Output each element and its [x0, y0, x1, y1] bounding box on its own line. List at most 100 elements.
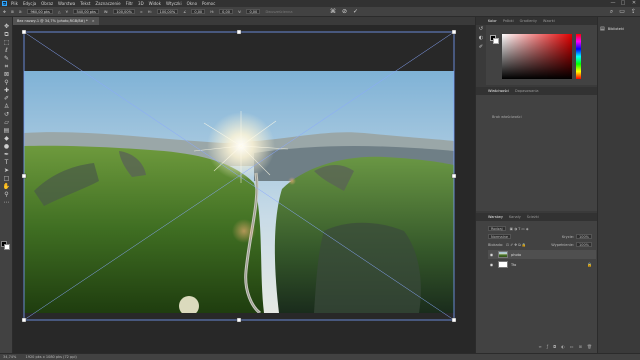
lock-icons[interactable]: ⊡ ✐ ✥ ⧉ 🔒 [506, 243, 526, 247]
menu-type[interactable]: Tekst [80, 1, 90, 6]
path-select-tool-icon[interactable]: ➤ [2, 167, 11, 175]
visibility-eye-icon[interactable]: ◉ [488, 262, 495, 267]
transform-bounding-box[interactable] [13, 25, 475, 353]
layer-name[interactable]: photo [511, 253, 521, 257]
height-input[interactable]: 100,00% [156, 9, 179, 14]
handle-middle-right[interactable] [451, 173, 457, 179]
menu-plugins[interactable]: Wtyczki [166, 1, 182, 6]
cancel-transform-icon[interactable]: ⊘ [342, 8, 347, 15]
layer-row-background[interactable]: ◉ Tło 🔒 [488, 260, 596, 269]
document-tab[interactable]: Bez nazwy-1 @ 34,7% (photo,RGB/8#) * × [13, 17, 99, 25]
add-mask-icon[interactable]: ◘ [553, 344, 556, 351]
handle-top-center[interactable] [236, 29, 242, 35]
rectangle-tool-icon[interactable]: □ [2, 175, 11, 183]
dodge-tool-icon[interactable]: ● [2, 143, 11, 151]
layer-name[interactable]: Tło [511, 263, 516, 267]
crop-tool-icon[interactable]: ⌗ [2, 63, 11, 71]
tab-color[interactable]: Kolor [488, 19, 497, 23]
blend-mode-select[interactable]: Normalne [488, 234, 512, 239]
brush-tool-icon[interactable]: ✐ [2, 95, 11, 103]
commit-transform-icon[interactable]: ✓ [353, 8, 358, 15]
pen-tool-icon[interactable]: ✒ [2, 151, 11, 159]
more-tools-icon[interactable]: ⋯ [2, 199, 11, 207]
hand-tool-icon[interactable]: ✋ [2, 183, 11, 191]
hue-slider[interactable] [576, 34, 581, 79]
tab-patterns[interactable]: Wzorki [543, 19, 555, 23]
menu-select[interactable]: Zaznaczenie [95, 1, 120, 6]
adjust-icon[interactable]: ◐ [476, 34, 486, 43]
tab-paths[interactable]: Ścieżki [527, 215, 539, 219]
share-icon[interactable]: ⇪ [631, 8, 636, 16]
marquee-tool-icon[interactable]: ⬚ [2, 39, 11, 47]
blur-tool-icon[interactable]: ◆ [2, 135, 11, 143]
photoshop-logo-icon[interactable]: Ps [2, 1, 7, 6]
eyedropper-tool-icon[interactable]: ⚲ [2, 79, 11, 87]
search-icon[interactable]: ⌕ [610, 8, 613, 16]
tab-adjustments[interactable]: Dopasowania [515, 89, 539, 93]
close-tab-icon[interactable]: × [92, 19, 95, 23]
zoom-tool-icon[interactable]: ⚲ [2, 191, 11, 199]
tab-gradients[interactable]: Gradienty [520, 19, 537, 23]
handle-bottom-right[interactable] [451, 317, 457, 323]
filter-icons[interactable]: ▣ ◑ T ▭ ◈ [510, 227, 529, 231]
tab-layers[interactable]: Warstwy [488, 215, 503, 219]
interpolation-select[interactable]: Dwusześcienna [265, 10, 292, 14]
close-window-button[interactable]: ✕ [629, 0, 639, 7]
workspace-icon[interactable]: ▭ [619, 8, 625, 16]
handle-top-left[interactable] [21, 29, 27, 35]
menu-image[interactable]: Obraz [41, 1, 53, 6]
artboard-tool-icon[interactable]: ⧉ [2, 31, 11, 39]
link-layers-icon[interactable]: ∞ [538, 344, 541, 351]
type-tool-icon[interactable]: T [2, 159, 11, 167]
background-color-swatch[interactable] [4, 244, 10, 250]
menu-filter[interactable]: Filtr [126, 1, 133, 6]
tab-swatches[interactable]: Próbki [503, 19, 514, 23]
opacity-input[interactable]: 100% [575, 234, 592, 239]
y-position-input[interactable]: 540,00 pks [73, 9, 99, 14]
link-icon[interactable]: ∞ [140, 10, 143, 14]
history-icon[interactable]: ↺ [476, 25, 486, 34]
visibility-eye-icon[interactable]: ◉ [488, 252, 495, 257]
tab-properties[interactable]: Właściwości [488, 89, 509, 93]
menu-view[interactable]: Widok [149, 1, 161, 6]
libraries-panel-button[interactable]: ▤ Biblioteki [598, 25, 640, 33]
healing-tool-icon[interactable]: ✚ [2, 87, 11, 95]
new-group-icon[interactable]: ▭ [570, 344, 574, 351]
eraser-tool-icon[interactable]: ▱ [2, 119, 11, 127]
frame-tool-icon[interactable]: ⊠ [2, 71, 11, 79]
layer-kind-filter[interactable]: Rodzaj [488, 226, 506, 231]
gradient-tool-icon[interactable]: ▤ [2, 127, 11, 135]
skew-v-input[interactable]: 0,00 [246, 9, 261, 14]
reference-point-icon[interactable]: ⊞ [11, 10, 14, 14]
layer-style-icon[interactable]: ƒ [547, 344, 548, 351]
zoom-level[interactable]: 34,74% [3, 355, 16, 359]
menu-help[interactable]: Pomoc [202, 1, 215, 6]
rotate-input[interactable]: 0,00 [191, 9, 206, 14]
handle-middle-left[interactable] [21, 173, 27, 179]
move-tool-icon[interactable]: ✥ [2, 23, 11, 31]
handle-top-right[interactable] [451, 29, 457, 35]
maximize-button[interactable]: □ [618, 0, 628, 7]
relative-position-icon[interactable]: △ [58, 10, 61, 14]
tab-channels[interactable]: Kanały [509, 215, 521, 219]
lasso-tool-icon[interactable]: ℓ [2, 47, 11, 55]
new-layer-icon[interactable]: ⊞ [579, 344, 582, 351]
history-brush-tool-icon[interactable]: ↺ [2, 111, 11, 119]
stamp-tool-icon[interactable]: ♙ [2, 103, 11, 111]
move-tool-icon[interactable]: ✥ [3, 10, 6, 14]
warp-icon[interactable]: ⌘ [330, 8, 336, 15]
menu-edit[interactable]: Edycja [23, 1, 36, 6]
color-picker-field[interactable] [502, 34, 572, 79]
adjustment-layer-icon[interactable]: ◐ [561, 344, 565, 351]
minimize-button[interactable]: — [608, 0, 618, 7]
layer-row-photo[interactable]: ◉ photo [488, 250, 596, 259]
handle-bottom-center[interactable] [236, 317, 242, 323]
fill-input[interactable]: 100% [575, 242, 592, 247]
menu-3d[interactable]: 3D [138, 1, 144, 6]
menu-window[interactable]: Okno [187, 1, 197, 6]
menu-file[interactable]: Plik [11, 1, 18, 6]
width-input[interactable]: 100,00% [113, 9, 135, 14]
quick-select-tool-icon[interactable]: ✎ [2, 55, 11, 63]
layer-lock-icon[interactable]: 🔒 [587, 262, 592, 267]
skew-h-input[interactable]: 0,00 [219, 9, 234, 14]
